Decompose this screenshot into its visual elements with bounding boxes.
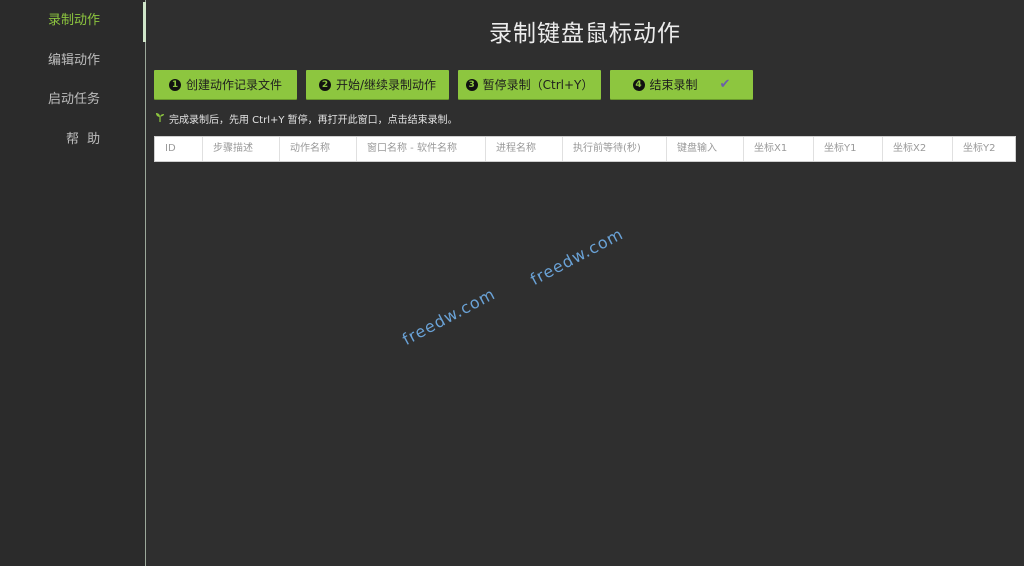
column-header-window-name[interactable]: 窗口名称 - 软件名称 — [357, 137, 486, 161]
button-label: 暂停录制（Ctrl+Y） — [482, 78, 594, 92]
step-number-badge: 3 — [465, 78, 478, 91]
button-label: 结束录制 — [649, 78, 698, 92]
app-window: 录制动作 编辑动作 启动任务 帮 助 录制键盘鼠标动作 1 创建动作记录文件 2… — [0, 0, 1024, 566]
sidebar-item-edit[interactable]: 编辑动作 — [0, 46, 145, 76]
button-label: 开始/继续录制动作 — [335, 78, 437, 92]
button-label: 创建动作记录文件 — [185, 78, 282, 92]
create-record-file-button[interactable]: 1 创建动作记录文件 — [154, 70, 297, 99]
watermark-text: freedw.com — [527, 224, 627, 289]
column-header-y1[interactable]: 坐标Y1 — [814, 137, 883, 161]
check-icon: ✔ — [719, 77, 731, 92]
end-recording-button[interactable]: 4 结束录制 ✔ — [610, 70, 753, 99]
column-header-step-desc[interactable]: 步骤描述 — [203, 137, 280, 161]
pause-recording-button[interactable]: 3 暂停录制（Ctrl+Y） — [458, 70, 601, 99]
column-header-process-name[interactable]: 进程名称 — [486, 137, 563, 161]
column-header-x1[interactable]: 坐标X1 — [744, 137, 814, 161]
hint-text: 完成录制后，先用 Ctrl+Y 暂停，再打开此窗口，点击结束录制。 — [155, 111, 458, 126]
watermark-text: freedw.com — [399, 284, 499, 349]
sidebar-item-label: 启动任务 — [48, 92, 101, 107]
column-header-x2[interactable]: 坐标X2 — [883, 137, 953, 161]
step-number-badge: 4 — [632, 78, 645, 91]
column-header-action-name[interactable]: 动作名称 — [280, 137, 357, 161]
hint-label: 完成录制后，先用 Ctrl+Y 暂停，再打开此窗口，点击结束录制。 — [169, 115, 458, 126]
sidebar-item-help[interactable]: 帮 助 — [0, 125, 145, 155]
sprout-icon — [155, 112, 165, 125]
sidebar-item-label: 帮 助 — [66, 132, 103, 147]
active-indicator — [143, 2, 146, 42]
sidebar-item-label: 编辑动作 — [48, 53, 101, 68]
start-recording-button[interactable]: 2 开始/继续录制动作 — [306, 70, 449, 99]
actions-table: ID 步骤描述 动作名称 窗口名称 - 软件名称 进程名称 执行前等待(秒) 键… — [154, 136, 1016, 162]
step-number-badge: 1 — [168, 78, 181, 91]
sidebar-item-record[interactable]: 录制动作 — [0, 6, 145, 36]
column-header-y2[interactable]: 坐标Y2 — [953, 137, 1015, 161]
column-header-wait-seconds[interactable]: 执行前等待(秒) — [563, 137, 667, 161]
column-header-id[interactable]: ID — [155, 137, 203, 161]
column-header-keyboard-input[interactable]: 键盘输入 — [667, 137, 744, 161]
sidebar: 录制动作 编辑动作 启动任务 帮 助 — [0, 0, 146, 566]
sidebar-item-label: 录制动作 — [48, 13, 101, 28]
sidebar-item-start-task[interactable]: 启动任务 — [0, 85, 145, 115]
page-title: 录制键盘鼠标动作 — [489, 21, 681, 47]
step-number-badge: 2 — [318, 78, 331, 91]
